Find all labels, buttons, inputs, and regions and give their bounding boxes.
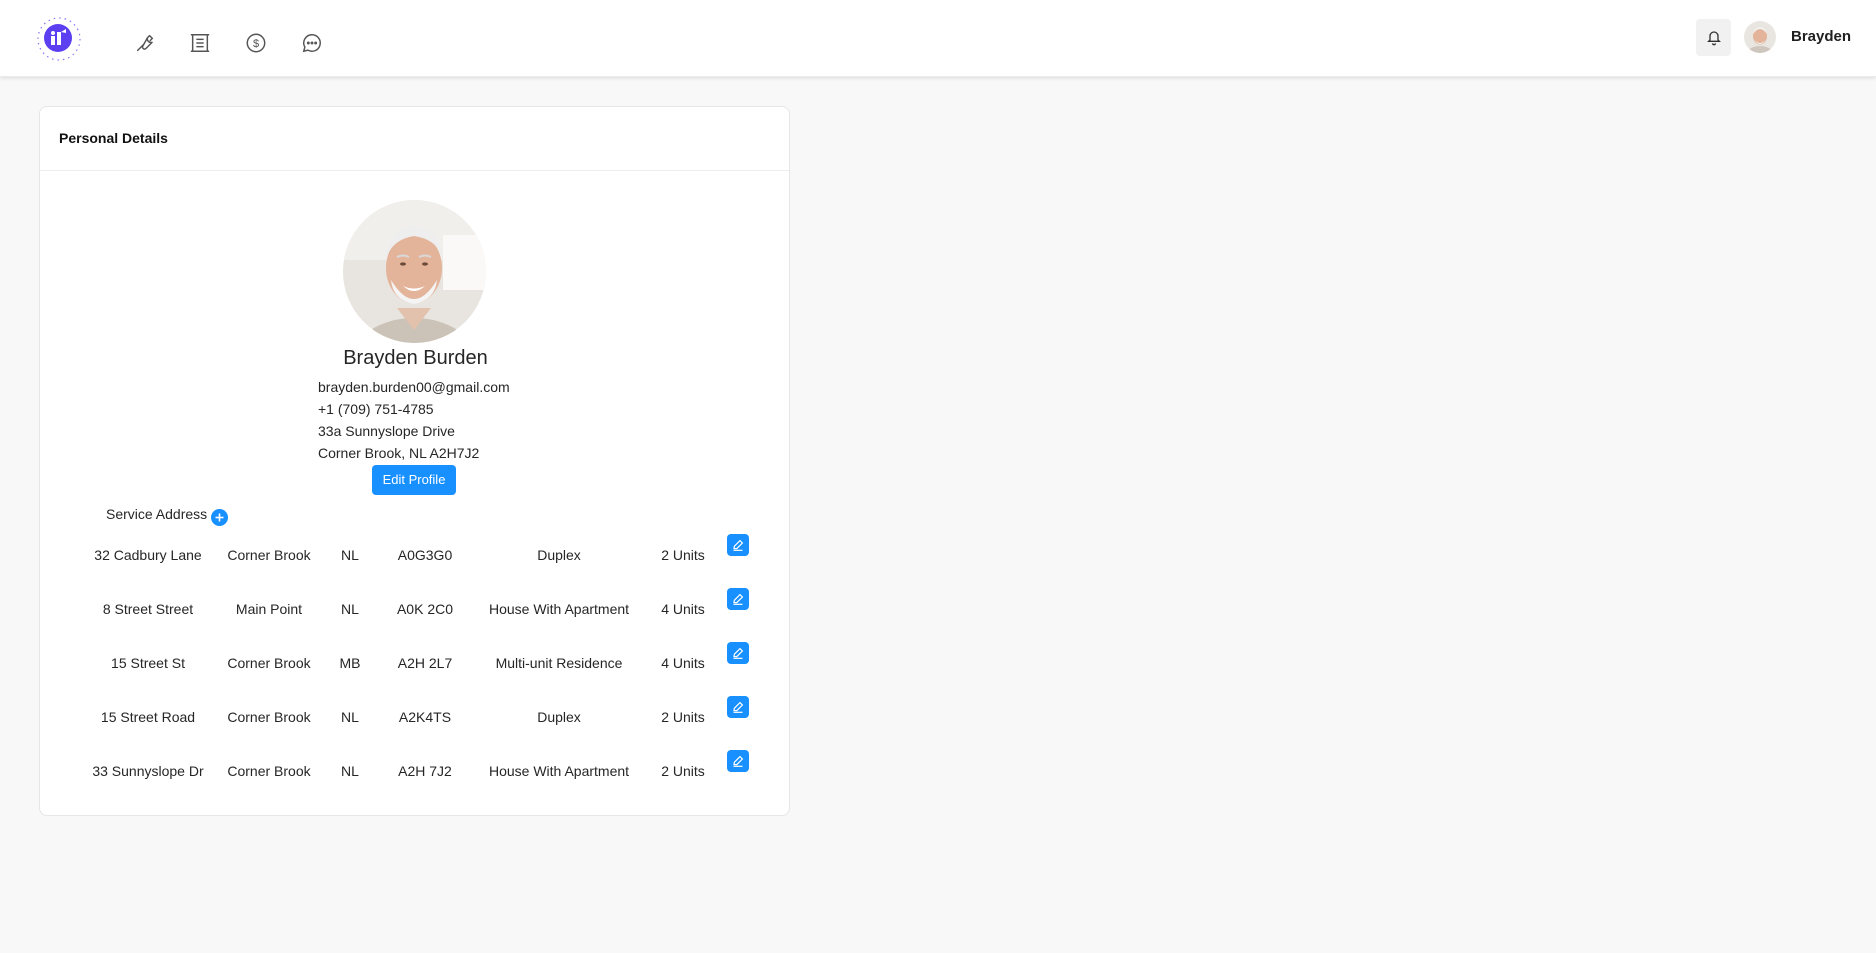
address-type: Duplex [537, 547, 581, 563]
address-province: MB [339, 655, 361, 671]
address-city: Main Point [235, 601, 303, 617]
header-username[interactable]: Brayden [1791, 28, 1851, 45]
address-city: Corner Brook [227, 547, 311, 563]
building-icon[interactable] [188, 31, 212, 55]
edit-profile-button[interactable]: Edit Profile [372, 465, 456, 495]
address-row: 32 Cadbury Lane Corner Brook NL A0G3G0 D… [40, 534, 791, 575]
address-type: House With Apartment [488, 763, 630, 779]
personal-details-card: Personal Details Brayden Burden brayden.… [39, 106, 790, 816]
address-province: NL [341, 709, 359, 725]
edit-icon [733, 647, 744, 659]
address-units: 4 Units [661, 655, 705, 671]
chat-icon[interactable] [300, 31, 324, 55]
address-postal-code: A2H 7J2 [398, 763, 452, 779]
top-navbar: $ Brayden [0, 0, 1876, 77]
address-postal-code: A0K 2C0 [396, 601, 454, 617]
address-type: Multi-unit Residence [495, 655, 623, 671]
address-province: NL [341, 601, 359, 617]
profile-photo [343, 200, 486, 343]
logo-icon [37, 17, 81, 61]
edit-icon [733, 593, 744, 605]
address-units: 2 Units [661, 763, 705, 779]
edit-icon [733, 539, 744, 551]
edit-icon [733, 755, 744, 767]
address-street: 15 Street Road [100, 709, 196, 725]
profile-name: Brayden Burden [343, 347, 488, 369]
address-province: NL [341, 547, 359, 563]
address-province: NL [341, 763, 359, 779]
address-city: Corner Brook [227, 763, 311, 779]
address-street: 15 Street St [111, 655, 185, 671]
avatar-photo [1744, 21, 1776, 53]
address-city: Corner Brook [227, 655, 311, 671]
address-row: 8 Street Street Main Point NL A0K 2C0 Ho… [40, 588, 791, 629]
address-row: 33 Sunnyslope Dr Corner Brook NL A2H 7J2… [40, 750, 791, 791]
address-units: 2 Units [661, 547, 705, 563]
bell-icon [1706, 30, 1721, 45]
address-units: 2 Units [661, 709, 705, 725]
address-row: 15 Street St Corner Brook MB A2H 2L7 Mul… [40, 642, 791, 683]
address-street: 33 Sunnyslope Dr [92, 763, 204, 779]
profile-phone: +1 (709) 751-4785 [318, 401, 434, 417]
address-type: House With Apartment [488, 601, 630, 617]
address-type: Duplex [537, 709, 581, 725]
edit-address-button[interactable] [727, 696, 749, 718]
address-street: 8 Street Street [102, 601, 194, 617]
profile-address-line1: 33a Sunnyslope Drive [318, 423, 455, 439]
plus-icon [215, 513, 224, 522]
card-title: Personal Details [40, 107, 789, 171]
address-postal-code: A2K4TS [398, 709, 452, 725]
edit-address-button[interactable] [727, 588, 749, 610]
profile-email: brayden.burden00@gmail.com [318, 379, 510, 395]
address-units: 4 Units [661, 601, 705, 617]
address-postal-code: A0G3G0 [397, 547, 453, 563]
wrench-icon[interactable] [133, 31, 157, 55]
edit-address-button[interactable] [727, 750, 749, 772]
address-city: Corner Brook [227, 709, 311, 725]
address-row: 15 Street Road Corner Brook NL A2K4TS Du… [40, 696, 791, 737]
service-address-label: Service Address [106, 506, 208, 522]
app-logo[interactable] [30, 11, 88, 67]
dollar-icon[interactable]: $ [244, 31, 268, 55]
edit-address-button[interactable] [727, 534, 749, 556]
profile-photo-image [343, 200, 486, 343]
edit-icon [733, 701, 744, 713]
address-postal-code: A2H 2L7 [397, 655, 453, 671]
address-street: 32 Cadbury Lane [94, 547, 202, 563]
edit-address-button[interactable] [727, 642, 749, 664]
add-service-address-button[interactable] [211, 509, 228, 526]
user-avatar[interactable] [1744, 21, 1776, 53]
svg-text:$: $ [253, 38, 259, 50]
profile-address-line2: Corner Brook, NL A2H7J2 [318, 445, 480, 461]
notifications-button[interactable] [1696, 19, 1731, 56]
